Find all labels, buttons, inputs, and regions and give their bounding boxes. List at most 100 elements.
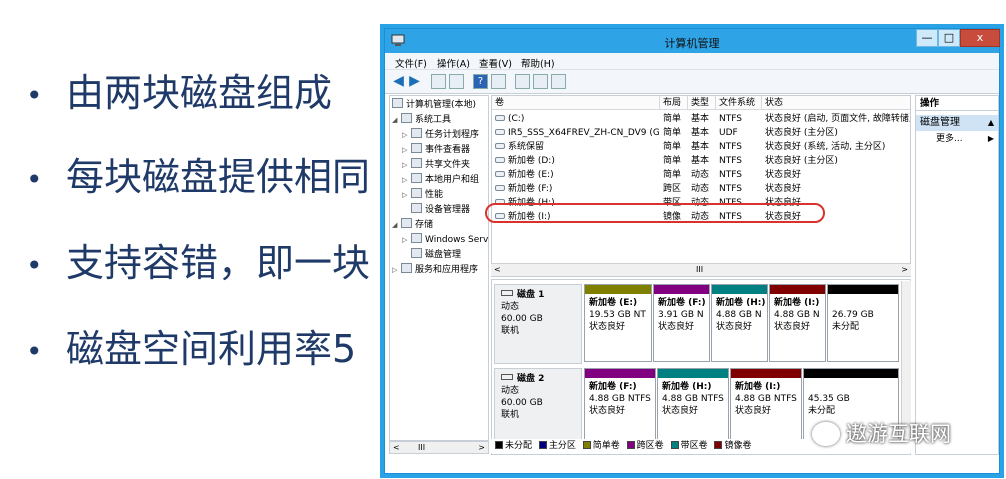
tree-item-performance[interactable]: ▷ 性能: [402, 188, 443, 202]
tree-item-storage[interactable]: ◢ 存储: [392, 218, 433, 232]
table-row[interactable]: 系统保留 简单 基本 NTFS 状态良好 (系统, 活动, 主分区): [492, 141, 910, 154]
column-header-type[interactable]: 类型: [688, 96, 716, 110]
watermark: 遨游互联网: [812, 418, 1002, 454]
legend-swatch-unallocated: [495, 441, 503, 449]
tree-item-computer-management[interactable]: 计算机管理(本地): [392, 98, 476, 112]
tree-item-shared-folders[interactable]: ▷ 共享文件夹: [402, 158, 470, 172]
partition-disk1-h[interactable]: 新加卷 (H:) 4.88 GB N 状态良好: [711, 284, 768, 362]
minimize-button[interactable]: —: [916, 29, 938, 47]
table-row[interactable]: 新加卷 (F:) 跨区 动态 NTFS 状态良好: [492, 183, 910, 196]
services-icon: [401, 263, 412, 273]
tree-horizontal-scrollbar[interactable]: < III >: [389, 441, 489, 454]
forward-arrow-icon[interactable]: ▶: [407, 74, 422, 89]
action-more[interactable]: 更多... ▶: [916, 131, 998, 147]
bullet-dot: •: [26, 249, 43, 282]
partition-disk2-i[interactable]: 新加卷 (I:) 4.88 GB NTFS 状态良好: [730, 368, 802, 446]
mirror-volume-highlight: [485, 203, 825, 223]
actions-pane: 操作 磁盘管理 ▲ 更多... ▶: [915, 95, 999, 455]
partition-disk1-f[interactable]: 新加卷 (F:) 3.91 GB N 状态良好: [653, 284, 710, 362]
bullet-4: • 磁盘空间利用率5: [26, 318, 356, 373]
scroll-left-button[interactable]: <: [494, 264, 501, 276]
scroll-left-button[interactable]: <: [393, 442, 400, 453]
disk-2-label[interactable]: 磁盘 2 动态 60.00 GB 联机: [494, 368, 582, 448]
shared-folder-icon: [411, 158, 422, 168]
disk-icon: [501, 374, 513, 380]
legend-swatch-simple: [582, 441, 591, 449]
device-manager-icon: [411, 203, 422, 213]
partition-disk1-i[interactable]: 新加卷 (I:) 4.88 GB N 状态良好: [769, 284, 826, 362]
bullet-3: • 支持容错，即一块: [26, 232, 370, 287]
partition-disk1-unallocated[interactable]: 26.79 GB 未分配: [827, 284, 899, 362]
tree-item-system-tools[interactable]: ◢ 系统工具: [392, 113, 451, 127]
scroll-right-button[interactable]: >: [901, 264, 908, 276]
toolbar: ◀ ▶ ?: [385, 70, 999, 94]
help-icon[interactable]: ?: [473, 74, 488, 89]
performance-icon: [411, 188, 422, 198]
tree-item-services-apps[interactable]: ▷ 服务和应用程序: [392, 263, 478, 277]
tree-item-task-scheduler[interactable]: ▷ 任务计划程序: [402, 128, 479, 142]
column-header-status[interactable]: 状态: [762, 96, 910, 110]
table-row[interactable]: (C:)简单基本NTFS状态良好 (启动, 页面文件, 故障转储, 主分区): [492, 113, 910, 126]
scroll-right-button[interactable]: >: [478, 442, 485, 453]
tree-item-windows-server-backup[interactable]: ▷Windows Server Backup: [402, 233, 488, 247]
clock-icon: [411, 128, 422, 138]
show-hide-tree-icon[interactable]: [449, 74, 464, 89]
menu-action[interactable]: 操作(A): [437, 56, 470, 70]
window-title: 计算机管理: [664, 37, 720, 50]
scroll-thumb[interactable]: III: [696, 264, 703, 276]
event-viewer-icon: [411, 143, 422, 153]
partition-disk2-f[interactable]: 新加卷 (F:) 4.88 GB NTFS 状态良好: [584, 368, 656, 446]
actions-header: 操作: [916, 96, 998, 111]
refresh-icon[interactable]: [515, 74, 530, 89]
bullet-2: • 每块磁盘提供相同: [26, 146, 370, 201]
tree-item-event-viewer[interactable]: ▷ 事件查看器: [402, 143, 470, 157]
legend-swatch-mirrored: [714, 441, 723, 449]
action-disk-management[interactable]: 磁盘管理 ▲: [916, 115, 998, 131]
drive-icon: [495, 171, 505, 177]
chevron-right-icon: ▶: [987, 134, 994, 143]
scroll-thumb[interactable]: III: [418, 442, 425, 453]
properties-icon[interactable]: [491, 74, 506, 89]
table-row[interactable]: 新加卷 (E:) 简单 动态 NTFS 状态良好: [492, 169, 910, 182]
drive-icon: [495, 185, 505, 191]
table-row[interactable]: 新加卷 (D:) 简单 基本 NTFS 状态良好 (主分区): [492, 155, 910, 168]
up-folder-icon[interactable]: [431, 74, 446, 89]
bullet-text: 由两块磁盘组成: [66, 71, 333, 115]
tree-item-device-manager[interactable]: 设备管理器: [411, 203, 470, 217]
export-list-icon[interactable]: [533, 74, 548, 89]
disk-icon: [501, 290, 513, 296]
computer-icon: [392, 98, 403, 108]
disk-1-label[interactable]: 磁盘 1 动态 60.00 GB 联机: [494, 284, 582, 364]
maximize-button[interactable]: □: [938, 29, 960, 47]
menu-help[interactable]: 帮助(H): [521, 56, 555, 70]
column-header-filesystem[interactable]: 文件系统: [716, 96, 762, 110]
title-bar[interactable]: 计算机管理 — □ x: [385, 29, 1000, 53]
table-row[interactable]: IR5_SSS_X64FREV_ZH-CN_DV9 (G:) 简单 基本 UDF 状态良…: [492, 127, 910, 140]
menu-bar: 文件(F) 操作(A) 查看(V) 帮助(H): [385, 53, 999, 70]
tree-item-local-users[interactable]: ▷ 本地用户和组: [402, 173, 479, 187]
partition-disk1-e[interactable]: 新加卷 (E:) 19.53 GB NT 状态良好: [584, 284, 652, 362]
bullet-text: 支持容错，即一块: [66, 241, 371, 285]
console-tree: 计算机管理(本地) ◢ 系统工具 ▷ 任务计划程序 ▷ 事件查看器 ▷ 共享文件夹 ▷ 本…: [389, 95, 489, 441]
drive-icon: [495, 129, 505, 135]
settings-icon[interactable]: [551, 74, 566, 89]
disk-management-icon: [411, 248, 422, 258]
bullet-text: 每块磁盘提供相同: [66, 155, 371, 199]
collapse-arrow-icon[interactable]: ▲: [988, 115, 994, 131]
column-header-volume[interactable]: 卷: [492, 96, 660, 110]
drive-icon: [495, 143, 505, 149]
tree-item-disk-management[interactable]: 磁盘管理: [411, 248, 461, 262]
storage-icon: [401, 218, 412, 228]
partition-disk2-h[interactable]: 新加卷 (H:) 4.88 GB NTFS 状态良好: [657, 368, 729, 446]
bullet-dot: •: [26, 163, 43, 196]
disk-view-vertical-scrollbar[interactable]: [901, 281, 911, 437]
menu-file[interactable]: 文件(F): [395, 56, 427, 70]
legend-swatch-spanned: [626, 441, 635, 449]
column-header-layout[interactable]: 布局: [660, 96, 688, 110]
users-icon: [411, 173, 422, 183]
close-button[interactable]: x: [960, 29, 1000, 47]
volume-list-horizontal-scrollbar[interactable]: < III >: [491, 263, 911, 276]
back-arrow-icon[interactable]: ◀: [391, 74, 406, 89]
volume-list: 卷 布局 类型 文件系统 状态 (C:) 简单 基本 NTFS 状态良好 (启动, 页面…: [491, 95, 911, 277]
menu-view[interactable]: 查看(V): [479, 56, 512, 70]
